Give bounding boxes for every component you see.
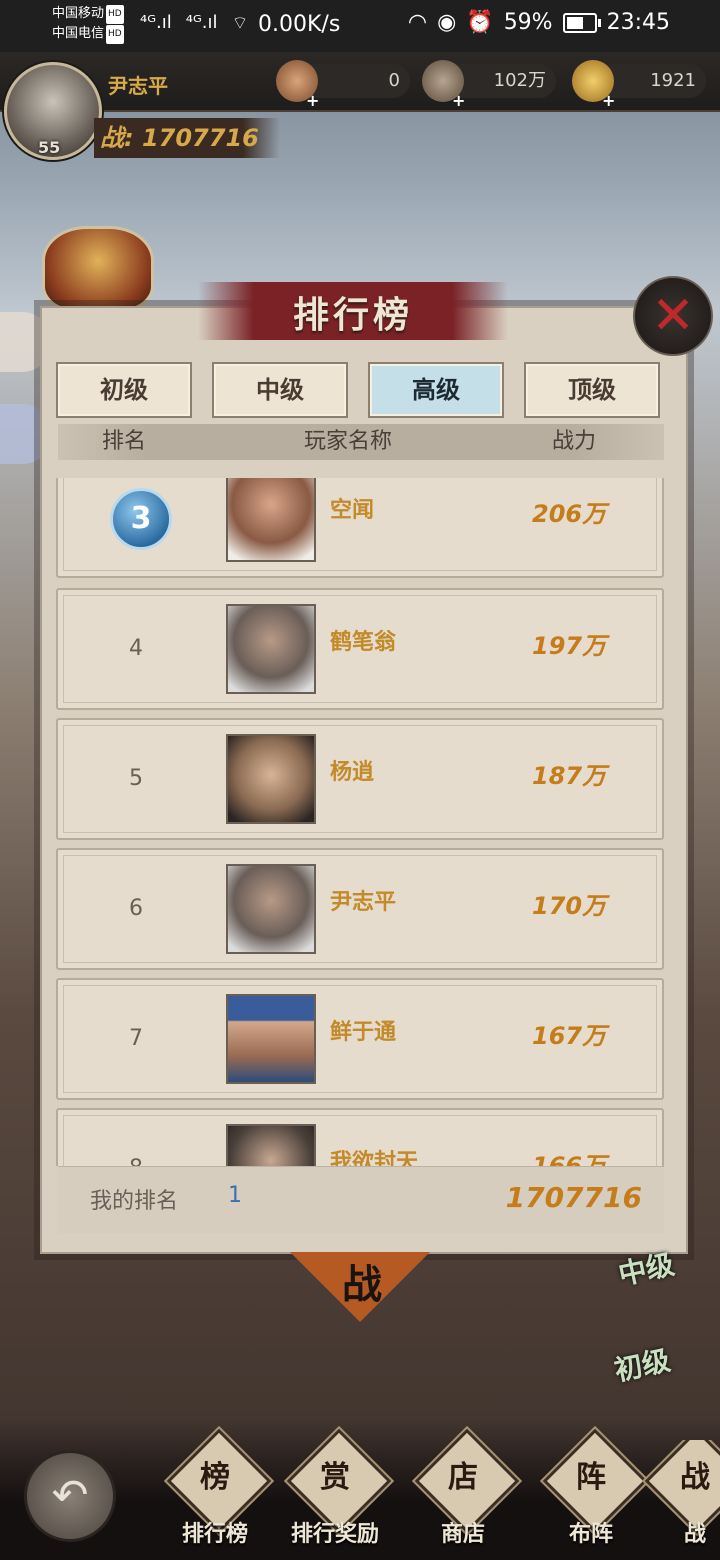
back-button[interactable]: ↶	[24, 1450, 116, 1542]
player-power-cell: 167万	[532, 1022, 607, 1050]
battle-emblem[interactable]: 战	[290, 1252, 430, 1322]
ranking-icon-glyph: 榜	[200, 1460, 230, 1495]
nav-ranking[interactable]: 榜 排行榜	[156, 1428, 274, 1550]
player-portrait	[226, 1124, 316, 1166]
tier-tabs: 初级 中级 高级 顶级	[56, 362, 660, 418]
eye-icon: ◉	[437, 10, 457, 35]
resource-coin[interactable]: + 102万	[422, 60, 556, 110]
alarm-icon: ⏰	[466, 10, 494, 35]
close-icon: ✕	[651, 286, 695, 346]
dialog-title: 排行榜	[292, 294, 413, 336]
wifi-icon: ⌔	[231, 13, 249, 34]
player-power-cell: 187万	[532, 762, 607, 790]
table-row[interactable]: 3 空闻 206万	[56, 478, 664, 578]
battery-percent: 59%	[503, 10, 553, 35]
resource-ingot[interactable]: + 0	[276, 60, 410, 110]
close-button[interactable]: ✕	[633, 276, 713, 356]
col-power: 战力	[552, 429, 597, 454]
formation-icon-glyph: 阵	[576, 1460, 606, 1495]
nav-battle[interactable]: 战 战	[640, 1440, 720, 1550]
rank-cell: 4	[129, 636, 143, 661]
player-power-cell: 166万	[532, 1152, 607, 1166]
my-rank-value: 1	[228, 1183, 242, 1208]
nav-label: 布阵	[568, 1522, 613, 1547]
resource-value: 102万	[493, 70, 546, 91]
nav-shop[interactable]: 店 商店	[404, 1428, 522, 1550]
rank-medal-icon: 3	[110, 488, 172, 550]
signal-icon: ⁴ᴳ.ıl	[140, 12, 172, 33]
col-rank: 排名	[102, 429, 147, 454]
add-icon[interactable]: +	[602, 84, 615, 118]
status-right: ◠ ◉ ⏰ 59% 23:45	[408, 10, 670, 35]
player-power-cell: 197万	[532, 632, 607, 660]
player-power-cell: 206万	[532, 500, 607, 528]
net-speed: 0.00K/s	[258, 12, 341, 37]
rank-cell: 6	[129, 896, 143, 921]
my-rank-label: 我的排名	[90, 1189, 179, 1214]
player-portrait	[226, 994, 316, 1084]
player-name-cell: 尹志平	[330, 890, 397, 915]
carrier-1: 中国移动	[52, 6, 105, 21]
resource-gold[interactable]: + 1921	[572, 60, 706, 110]
table-row[interactable]: 7 鲜于通 167万	[56, 978, 664, 1100]
player-power: 战: 1707716	[94, 118, 280, 158]
player-name-cell: 我欲封天	[330, 1150, 419, 1166]
battle-icon-glyph: 战	[680, 1460, 710, 1495]
battery-icon	[562, 12, 601, 33]
nav-rank-reward[interactable]: 赏 排行奖励	[276, 1428, 394, 1550]
headphones-icon: ◠	[407, 10, 428, 35]
nav-label: 排行榜	[181, 1522, 248, 1547]
battle-emblem-label: 战	[342, 1261, 382, 1308]
player-name-cell: 空闻	[330, 498, 375, 523]
player-portrait	[226, 734, 316, 824]
player-name-cell: 杨逍	[330, 760, 375, 785]
signal-icon-2: ⁴ᴳ.ıl	[185, 12, 218, 33]
table-row[interactable]: 5 杨逍 187万	[56, 718, 664, 840]
resource-value: 0	[388, 70, 400, 91]
table-row[interactable]: 4 鹤笔翁 197万	[56, 588, 664, 710]
tab-intermediate[interactable]: 中级	[212, 362, 348, 418]
status-bar: 中国移动 HD 中国电信 HD ⁴ᴳ.ıl ⁴ᴳ.ıl ⌔ 0.00K/s ◠ ◉ …	[0, 0, 720, 52]
player-name-cell: 鹤笔翁	[330, 630, 397, 655]
player-name: 尹志平	[108, 74, 168, 98]
player-portrait	[226, 864, 316, 954]
shop-icon-glyph: 店	[448, 1460, 478, 1495]
back-arrow-icon: ↶	[51, 1470, 89, 1521]
player-portrait	[226, 604, 316, 694]
my-power-value: 1707716	[505, 1181, 642, 1214]
player-name-cell: 鲜于通	[330, 1020, 397, 1045]
player-power-cell: 170万	[532, 892, 607, 920]
carrier-2: 中国电信	[52, 26, 105, 41]
tab-beginner[interactable]: 初级	[56, 362, 192, 418]
hd-badge: HD	[106, 5, 124, 24]
table-row[interactable]: 6 尹志平 170万	[56, 848, 664, 970]
signal-icons: ⁴ᴳ.ıl ⁴ᴳ.ıl ⌔	[140, 12, 248, 35]
resource-value: 1921	[650, 70, 696, 91]
tab-top[interactable]: 顶级	[524, 362, 660, 418]
rank-cell: 5	[129, 766, 143, 791]
tab-advanced[interactable]: 高级	[368, 362, 504, 418]
clock: 23:45	[606, 10, 670, 35]
nav-formation[interactable]: 阵 布阵	[532, 1428, 650, 1550]
col-name: 玩家名称	[304, 429, 393, 454]
column-header: 排名 玩家名称 战力	[58, 424, 664, 460]
nav-label: 商店	[440, 1522, 485, 1547]
rank-cell: 8	[108, 1110, 164, 1166]
nav-label: 排行奖励	[290, 1522, 379, 1547]
my-rank-footer: 我的排名 1 1707716	[58, 1166, 664, 1233]
reward-icon-glyph: 赏	[320, 1460, 350, 1495]
rank-cell: 7	[129, 1026, 143, 1051]
treasure-pot-icon[interactable]	[42, 226, 154, 312]
ranking-list[interactable]: 3 空闻 206万 4 鹤笔翁 197万 5 杨逍 187万 6 尹志平 170…	[56, 478, 664, 1166]
player-portrait	[226, 478, 316, 562]
table-row[interactable]: 8 我欲封天 166万	[56, 1108, 664, 1166]
level-marker-low[interactable]: 初级	[610, 1339, 673, 1390]
add-icon[interactable]: +	[452, 84, 465, 118]
player-level: 55	[38, 138, 61, 157]
carrier-info: 中国移动 HD 中国电信 HD	[52, 4, 124, 44]
hd-badge-2: HD	[106, 25, 124, 44]
nav-label: 战	[683, 1522, 706, 1547]
add-icon[interactable]: +	[306, 84, 319, 118]
